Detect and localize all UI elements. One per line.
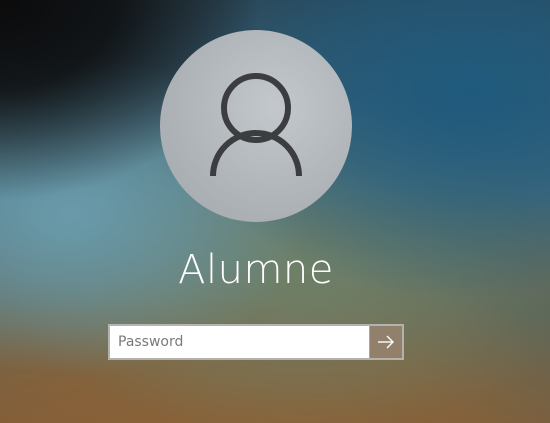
user-avatar bbox=[160, 30, 352, 222]
password-input[interactable] bbox=[110, 326, 369, 358]
user-name: Alumne bbox=[178, 247, 334, 293]
submit-button[interactable] bbox=[369, 326, 402, 358]
user-silhouette-icon bbox=[210, 73, 302, 177]
arrow-right-icon bbox=[378, 335, 394, 349]
password-form bbox=[108, 324, 404, 360]
